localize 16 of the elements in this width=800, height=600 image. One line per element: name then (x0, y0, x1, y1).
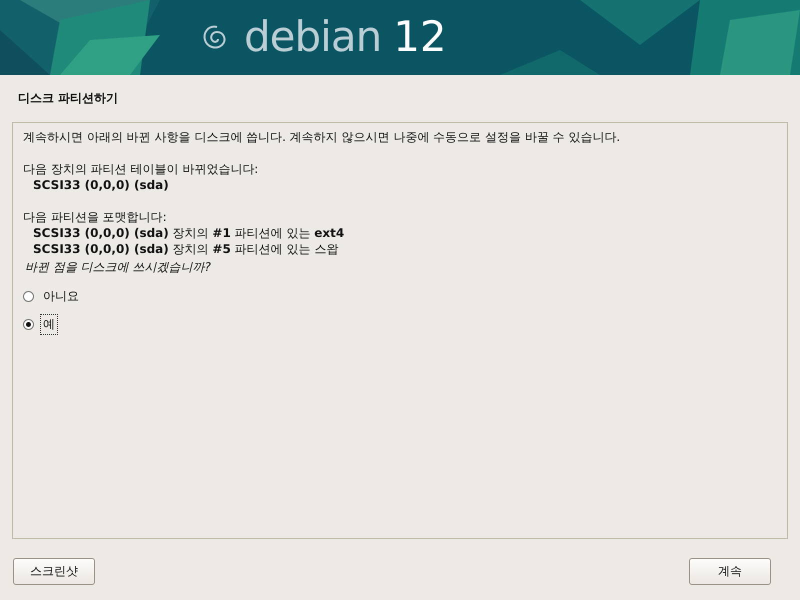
section-heading: 다음 장치의 파티션 테이블이 바뀌었습니다: (23, 161, 260, 177)
device-line: SCSI33 (0,0,0) (sda) (32, 177, 170, 193)
question-text: 바뀐 점을 디스크에 쓰시겠습니까? (24, 259, 212, 276)
section-heading: 다음 파티션을 포맷합니다: (23, 209, 168, 225)
device-line: SCSI33 (0,0,0) (sda) 장치의 #5 파티션에 있는 스왑 (32, 241, 340, 257)
device-line: SCSI33 (0,0,0) (sda) 장치의 #1 파티션에 있는 ext4 (32, 225, 346, 241)
option-label[interactable]: 아니요 (40, 286, 82, 306)
radio-button[interactable] (23, 290, 34, 302)
step-title: 디스크 파티션하기 (17, 90, 120, 107)
version-text: 12 (393, 12, 447, 61)
continue-button[interactable]: 계속 (689, 558, 771, 585)
intro-text: 계속하시면 아래의 바뀐 사항을 디스크에 씁니다. 계속하지 않으시면 나중에 수동으로 설정을 바꿀 수 있습니다. (23, 129, 622, 145)
option-label[interactable]: 예 (40, 314, 58, 334)
radio-button[interactable] (23, 318, 34, 330)
logo-text: debian (244, 12, 382, 61)
screenshot-button[interactable]: 스크린샷 (13, 558, 95, 585)
